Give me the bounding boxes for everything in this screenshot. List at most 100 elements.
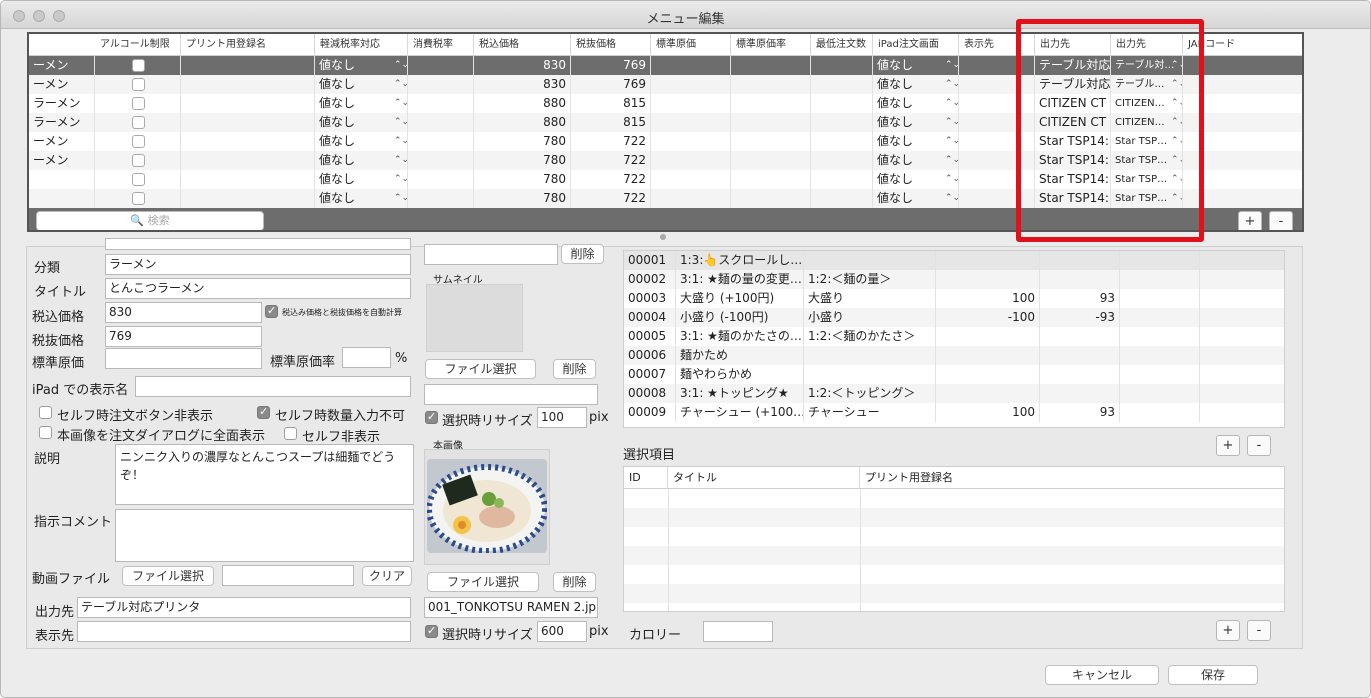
- chevron-updown-icon[interactable]: ⌃⌄: [945, 56, 958, 75]
- video-file-select-button[interactable]: ファイル選択: [122, 566, 214, 586]
- col-reduced-tax[interactable]: 軽減税率対応: [315, 34, 408, 56]
- option-row[interactable]: 00006 麺かため: [624, 346, 1284, 365]
- selection-add-button[interactable]: +: [1216, 620, 1240, 641]
- thumbnail-image[interactable]: [426, 284, 523, 352]
- cell-price-incl: 780: [474, 151, 571, 170]
- thumb-delete-button[interactable]: 削除: [553, 359, 596, 379]
- cost-rate-field[interactable]: [342, 347, 391, 368]
- add-row-button[interactable]: +: [1238, 211, 1262, 230]
- chevron-updown-icon[interactable]: ⌃⌄: [945, 151, 958, 170]
- chevron-updown-icon[interactable]: ⌃⌄: [945, 94, 958, 113]
- comment-field[interactable]: [115, 509, 414, 562]
- col-cost[interactable]: 標準原価: [651, 34, 731, 56]
- chevron-updown-icon[interactable]: ⌃⌄: [945, 113, 958, 132]
- chevron-updown-icon[interactable]: ⌃⌄: [394, 170, 407, 189]
- option-row[interactable]: 00004 小盛り (-100円) 小盛り -100 -93: [624, 308, 1284, 327]
- selection-rows: [624, 489, 1284, 611]
- chevron-updown-icon[interactable]: ⌃⌄: [945, 189, 958, 208]
- col-price-incl[interactable]: 税込価格: [474, 34, 571, 56]
- alcohol-checkbox[interactable]: [132, 59, 145, 72]
- col-price-excl[interactable]: 税抜価格: [571, 34, 651, 56]
- alcohol-checkbox[interactable]: [132, 135, 145, 148]
- auto-calc-checkbox[interactable]: [265, 304, 278, 318]
- category-field[interactable]: ラーメン: [105, 254, 411, 275]
- fullscreen-checkbox[interactable]: [39, 426, 52, 439]
- chevron-updown-icon[interactable]: ⌃⌄: [394, 113, 407, 132]
- split-handle[interactable]: [660, 234, 666, 240]
- price-excl-field[interactable]: 769: [105, 326, 262, 347]
- col-alcohol[interactable]: アルコール制限: [95, 34, 181, 56]
- col-tax-rate[interactable]: 消費税率: [408, 34, 474, 56]
- option-row[interactable]: 00008 3:1: ★トッピング★ 1:2:＜トッピング＞: [624, 384, 1284, 403]
- main-file-field[interactable]: 001_TONKOTSU RAMEN 2.jp: [424, 597, 598, 618]
- video-clear-button[interactable]: クリア: [362, 566, 412, 586]
- option-row[interactable]: 00003 大盛り (+100円) 大盛り 100 93: [624, 289, 1284, 308]
- remove-row-button[interactable]: -: [1269, 211, 1293, 230]
- self-hidden-checkbox[interactable]: [284, 427, 297, 440]
- self-qty-checkbox[interactable]: [257, 405, 270, 419]
- selection-remove-button[interactable]: -: [1247, 620, 1271, 641]
- calorie-label: カロリー: [629, 628, 682, 643]
- ipad-name-field[interactable]: [135, 376, 411, 397]
- option-cell-blank: [1120, 289, 1200, 308]
- cell-reduced-tax: 値なし ⌃⌄: [315, 170, 408, 189]
- chevron-updown-icon[interactable]: ⌃⌄: [394, 94, 407, 113]
- option-row[interactable]: 00001 1:3:👆スクロールし…: [624, 251, 1284, 270]
- thumb-file-select-button[interactable]: ファイル選択: [425, 359, 536, 379]
- options-add-button[interactable]: +: [1216, 435, 1240, 456]
- cell-price-excl: 815: [571, 113, 651, 132]
- alcohol-checkbox[interactable]: [132, 173, 145, 186]
- thumb-resize-checkbox[interactable]: [425, 410, 438, 424]
- cost-field[interactable]: [105, 348, 262, 369]
- col-print-name[interactable]: プリント用登録名: [181, 34, 315, 56]
- main-resize-checkbox[interactable]: [425, 624, 438, 638]
- sel-col-id[interactable]: ID: [624, 467, 668, 489]
- title-field[interactable]: とんこつラーメン: [105, 278, 411, 299]
- alcohol-checkbox[interactable]: [132, 97, 145, 110]
- alcohol-checkbox[interactable]: [132, 154, 145, 167]
- option-cell-p2: 93: [1040, 289, 1120, 308]
- output-field[interactable]: テーブル対応プリンタ: [77, 597, 411, 618]
- option-row[interactable]: 00009 チャーシュー (+100… チャーシュー 100 93: [624, 403, 1284, 422]
- option-row[interactable]: 00002 3:1: ★麺の量の変更… 1:2:＜麺の量＞: [624, 270, 1284, 289]
- alcohol-checkbox[interactable]: [132, 78, 145, 91]
- chevron-updown-icon[interactable]: ⌃⌄: [394, 151, 407, 170]
- sel-col-title[interactable]: タイトル: [668, 467, 860, 489]
- col-cost-rate[interactable]: 標準原価率: [731, 34, 811, 56]
- main-file-select-button[interactable]: ファイル選択: [427, 572, 539, 592]
- option-cell-blank: [1120, 308, 1200, 327]
- option-row[interactable]: 00005 3:1: ★麺のかたさの… 1:2:＜麺のかたさ＞: [624, 327, 1284, 346]
- col-min-order[interactable]: 最低注文数: [811, 34, 873, 56]
- options-remove-button[interactable]: -: [1247, 435, 1271, 456]
- save-button[interactable]: 保存: [1168, 665, 1258, 685]
- search-field[interactable]: 🔍 検索: [36, 211, 264, 230]
- sel-col-print-name[interactable]: プリント用登録名: [860, 467, 1284, 489]
- thumb-file-top-field[interactable]: [424, 244, 558, 265]
- video-file-field[interactable]: [222, 565, 354, 586]
- display-field[interactable]: [77, 621, 411, 642]
- col-ipad-screen[interactable]: iPad注文画面: [873, 34, 959, 56]
- main-resize-field[interactable]: 600: [537, 621, 587, 642]
- thumb-top-delete-button[interactable]: 削除: [561, 244, 604, 264]
- cancel-button[interactable]: キャンセル: [1045, 665, 1159, 685]
- cell-ipad-screen: 値なし ⌃⌄: [873, 189, 959, 208]
- price-incl-field[interactable]: 830: [105, 302, 262, 323]
- thumb-resize-field[interactable]: 100: [537, 407, 587, 428]
- main-delete-button[interactable]: 削除: [553, 572, 596, 592]
- desc-field[interactable]: ニンニク入りの濃厚なとんこつスープは細麺でどうぞ！: [115, 444, 414, 505]
- chevron-updown-icon[interactable]: ⌃⌄: [945, 170, 958, 189]
- option-cell-title: 1:3:👆スクロールし…: [676, 251, 804, 270]
- alcohol-checkbox[interactable]: [132, 116, 145, 129]
- self-hide-checkbox[interactable]: [39, 406, 52, 419]
- chevron-updown-icon[interactable]: ⌃⌄: [394, 189, 407, 208]
- thumb-file-field[interactable]: [424, 384, 598, 405]
- option-row[interactable]: 00007 麺やわらかめ: [624, 365, 1284, 384]
- prev-field[interactable]: [105, 238, 411, 250]
- chevron-updown-icon[interactable]: ⌃⌄: [394, 56, 407, 75]
- chevron-updown-icon[interactable]: ⌃⌄: [945, 75, 958, 94]
- chevron-updown-icon[interactable]: ⌃⌄: [945, 132, 958, 151]
- chevron-updown-icon[interactable]: ⌃⌄: [394, 132, 407, 151]
- alcohol-checkbox[interactable]: [132, 192, 145, 205]
- calorie-field[interactable]: [703, 621, 773, 642]
- chevron-updown-icon[interactable]: ⌃⌄: [394, 75, 407, 94]
